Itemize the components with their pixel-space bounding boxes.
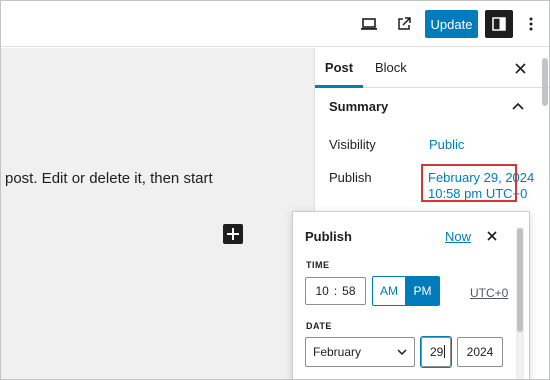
sidebar-tabs: Post Block [315, 48, 549, 88]
year-input[interactable]: 2024 [457, 337, 503, 367]
laptop-icon [361, 18, 377, 30]
view-button[interactable] [357, 10, 381, 38]
time-separator: : [333, 284, 338, 298]
settings-button[interactable] [485, 10, 513, 38]
am-button[interactable]: AM [372, 276, 406, 306]
options-button[interactable] [523, 10, 539, 38]
highlight-box [421, 164, 517, 202]
text-cursor [444, 345, 446, 358]
panel-title: Summary [329, 99, 389, 114]
chevron-down-icon [397, 349, 407, 356]
vertical-ellipsis-icon [529, 17, 533, 31]
time-label: TIME [306, 260, 330, 270]
month-select[interactable]: February [305, 337, 415, 367]
pm-button[interactable]: PM [405, 276, 440, 306]
time-input[interactable]: 10 : 58 [305, 277, 366, 305]
sidebar-toggle-icon [492, 17, 506, 31]
popover-title: Publish [305, 229, 352, 244]
popover-scroll-thumb[interactable] [517, 228, 523, 332]
tab-post[interactable]: Post [315, 48, 363, 88]
top-toolbar: Update [1, 1, 549, 47]
external-link-icon [398, 17, 411, 30]
minutes-field[interactable]: 58 [342, 284, 355, 298]
paragraph-block[interactable]: post. Edit or delete it, then start [5, 170, 213, 187]
plus-icon [227, 228, 239, 240]
hours-field[interactable]: 10 [315, 284, 328, 298]
day-input[interactable]: 29 [421, 337, 451, 367]
publish-label: Publish [329, 170, 372, 185]
now-button[interactable]: Now [445, 229, 471, 244]
view-post-button[interactable] [392, 10, 416, 38]
editor-canvas[interactable]: post. Edit or delete it, then start [1, 48, 314, 379]
visibility-value[interactable]: Public [429, 137, 464, 152]
timezone-link[interactable]: UTC+0 [470, 286, 508, 300]
close-icon [514, 62, 526, 74]
close-icon[interactable] [485, 229, 499, 243]
editor-window: Update post. Edit or delete it, then sta… [0, 0, 550, 380]
tab-block[interactable]: Block [375, 48, 407, 88]
close-sidebar-button[interactable] [512, 60, 528, 76]
visibility-label: Visibility [329, 137, 376, 152]
summary-panel-header[interactable]: Summary [315, 88, 549, 124]
publish-date-popover: Publish Now TIME 10 : 58 AM PM UTC+0 DAT… [292, 211, 530, 379]
month-value: February [313, 345, 362, 359]
date-label: DATE [306, 321, 332, 331]
chevron-up-icon [512, 102, 524, 110]
update-button[interactable]: Update [425, 10, 478, 38]
block-inserter-button[interactable] [223, 224, 243, 244]
day-value: 29 [430, 345, 444, 359]
